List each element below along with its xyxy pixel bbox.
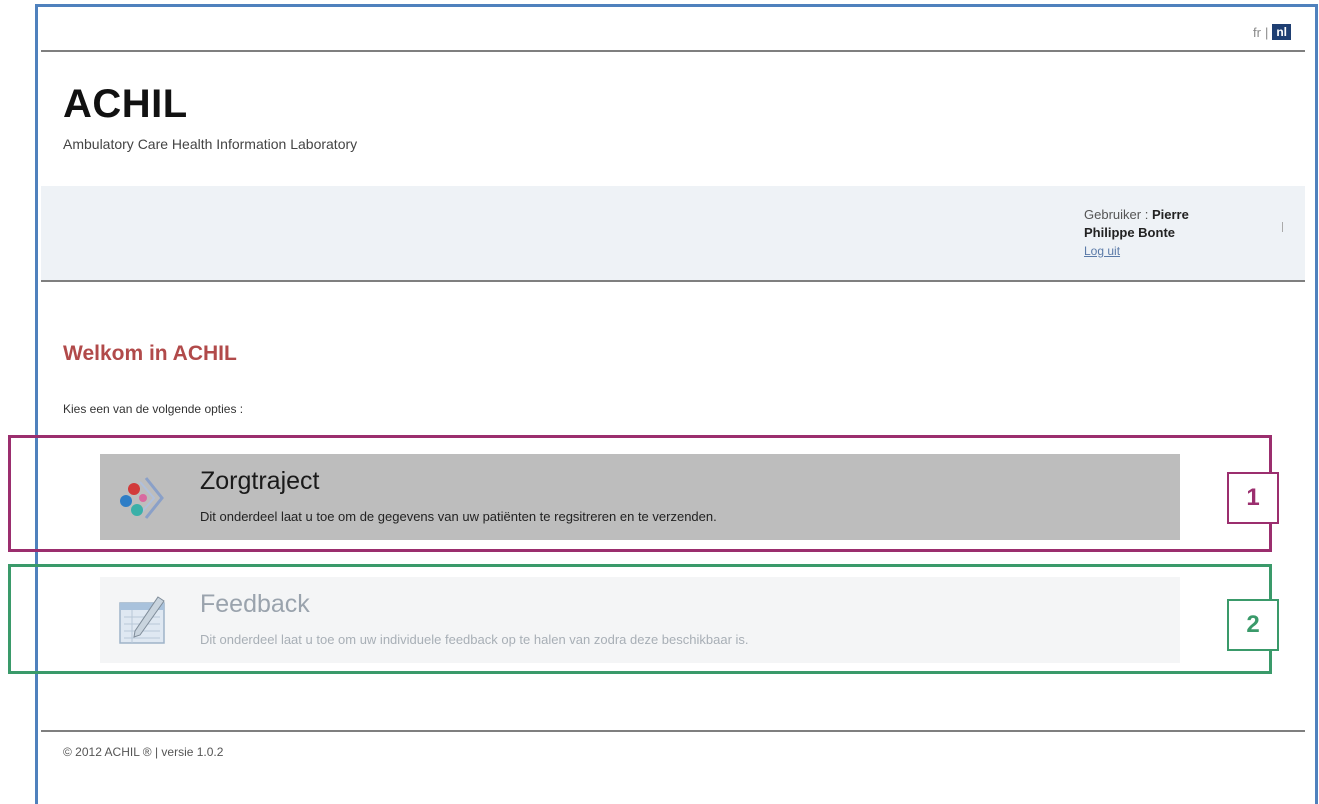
lang-separator: | <box>1264 24 1269 40</box>
app-subtitle: Ambulatory Care Health Information Labor… <box>63 136 358 152</box>
lang-fr-link[interactable]: fr <box>1253 25 1261 40</box>
highlight-box-2 <box>8 564 1272 674</box>
userbar-divider <box>1282 222 1283 232</box>
userbar-bottom-divider <box>41 280 1305 282</box>
highlight-box-1 <box>8 435 1272 552</box>
welcome-heading: Welkom in ACHIL <box>63 342 237 365</box>
choose-instruction: Kies een van de volgende opties : <box>63 402 244 416</box>
lang-nl-link[interactable]: nl <box>1272 24 1291 40</box>
annotation-marker-2: 2 <box>1227 599 1279 651</box>
header-divider <box>41 50 1305 52</box>
user-first-name: Pierre <box>1151 207 1189 222</box>
user-info: Gebruiker : Pierre Philippe Bonte Log ui… <box>1084 206 1189 260</box>
logout-link[interactable]: Log uit <box>1084 244 1120 258</box>
app-title: ACHIL <box>63 82 188 126</box>
user-last-name: Philippe Bonte <box>1084 225 1175 240</box>
footer-divider <box>41 730 1305 732</box>
annotation-marker-1: 1 <box>1227 472 1279 524</box>
user-label: Gebruiker : <box>1084 207 1149 222</box>
language-switcher: fr | nl <box>1253 24 1291 40</box>
footer-copyright: © 2012 ACHIL ® | versie 1.0.2 <box>63 745 224 759</box>
